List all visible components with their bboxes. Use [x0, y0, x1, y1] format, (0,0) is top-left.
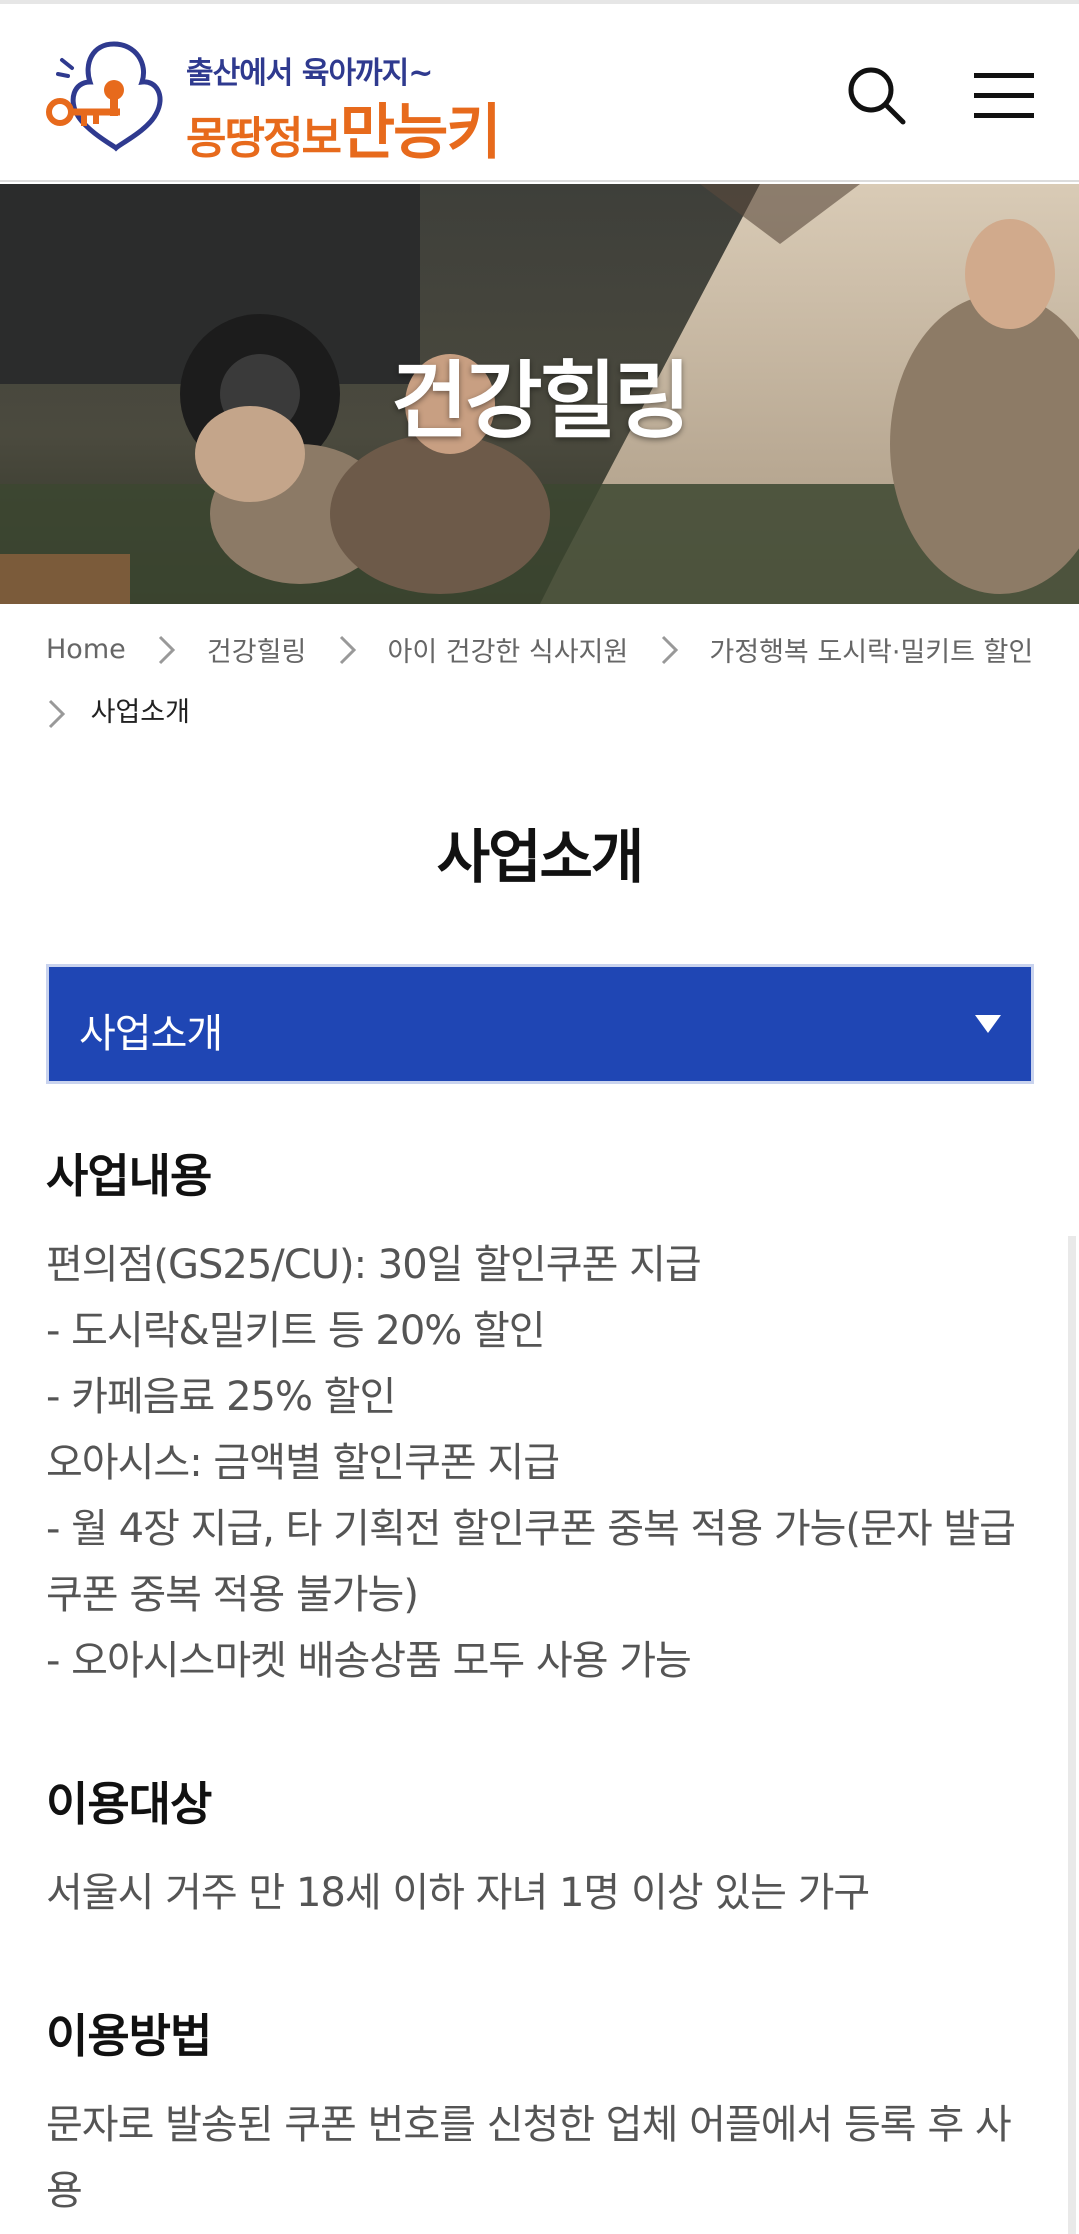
submenu-select-value: 사업소개 — [79, 1011, 223, 1057]
section-heading: 이용대상 — [46, 1777, 212, 1831]
section-body: 서울시 거주 만 18세 이하 자녀 1명 이상 있는 가구 — [46, 1860, 1036, 1926]
search-button[interactable] — [845, 64, 909, 128]
breadcrumb-item-lunchbox-discount[interactable]: 가정행복 도시락·밀키트 할인 — [709, 630, 1033, 669]
section-eligibility: 이용대상 서울시 거주 만 18세 이하 자녀 1명 이상 있는 가구 — [46, 1768, 1036, 1916]
content-line: 오아시스: 금액별 할인쿠폰 지급 — [46, 1440, 560, 1486]
hero-banner: 건강힐링 — [0, 184, 1079, 604]
section-body: 문자로 발송된 쿠폰 번호를 신청한 업체 어플에서 등록 후 사용 — [46, 2092, 1036, 2224]
content-line: - 카페음료 25% 할인 — [46, 1374, 396, 1420]
breadcrumb-home[interactable]: Home — [46, 634, 126, 665]
chevron-right-icon — [339, 635, 357, 664]
section-heading: 사업내용 — [46, 1149, 212, 1203]
logo-name: 몽땅정보만능키 — [186, 84, 502, 171]
content-line: - 월 4장 지급, 타 기획전 할인쿠폰 중복 적용 가능(문자 발급 쿠폰 … — [46, 1506, 1016, 1618]
content-line: 문자로 발송된 쿠폰 번호를 신청한 업체 어플에서 등록 후 사용 — [46, 2102, 1012, 2214]
site-logo[interactable]: 출산에서 육아까지~ 몽땅정보만능키 — [44, 32, 504, 168]
logo-name-part2: 만능키 — [339, 98, 502, 168]
site-header: 출산에서 육아까지~ 몽땅정보만능키 — [0, 4, 1079, 182]
chevron-right-icon — [159, 635, 176, 664]
search-icon — [848, 67, 906, 125]
menu-button[interactable] — [972, 70, 1036, 122]
content-line: 서울시 거주 만 18세 이하 자녀 1명 이상 있는 가구 — [46, 1870, 870, 1916]
hamburger-menu-icon — [974, 73, 1034, 118]
content-line: - 오아시스마켓 배송상품 모두 사용 가능 — [46, 1638, 692, 1684]
breadcrumb-item-health-healing[interactable]: 건강힐링 — [207, 630, 306, 669]
scrollbar[interactable] — [1068, 1236, 1076, 2234]
caret-down-icon — [975, 1015, 1001, 1033]
breadcrumb-current: 사업소개 — [90, 697, 190, 728]
logo-name-part1: 몽땅정보 — [186, 113, 342, 164]
section-heading: 이용방법 — [46, 2009, 212, 2063]
section-how-to-use: 이용방법 문자로 발송된 쿠폰 번호를 신청한 업체 어플에서 등록 후 사용 — [46, 2000, 1036, 2214]
section-body: 편의점(GS25/CU): 30일 할인쿠폰 지급 - 도시락&밀키트 등 20… — [46, 1232, 1036, 1694]
section-business-content: 사업내용 편의점(GS25/CU): 30일 할인쿠폰 지급 - 도시락&밀키트… — [46, 1140, 1036, 1684]
chevron-right-icon — [48, 699, 66, 728]
content-line: - 도시락&밀키트 등 20% 할인 — [46, 1308, 546, 1354]
content-line: 편의점(GS25/CU): 30일 할인쿠폰 지급 — [46, 1242, 702, 1288]
page-title: 사업소개 — [436, 823, 644, 891]
chevron-right-icon — [661, 635, 678, 664]
breadcrumb-item-meal-support[interactable]: 아이 건강한 식사지원 — [387, 630, 628, 669]
key-icon — [46, 41, 163, 152]
submenu-select[interactable]: 사업소개 — [46, 964, 1034, 1084]
hero-title: 건강힐링 — [390, 352, 691, 450]
